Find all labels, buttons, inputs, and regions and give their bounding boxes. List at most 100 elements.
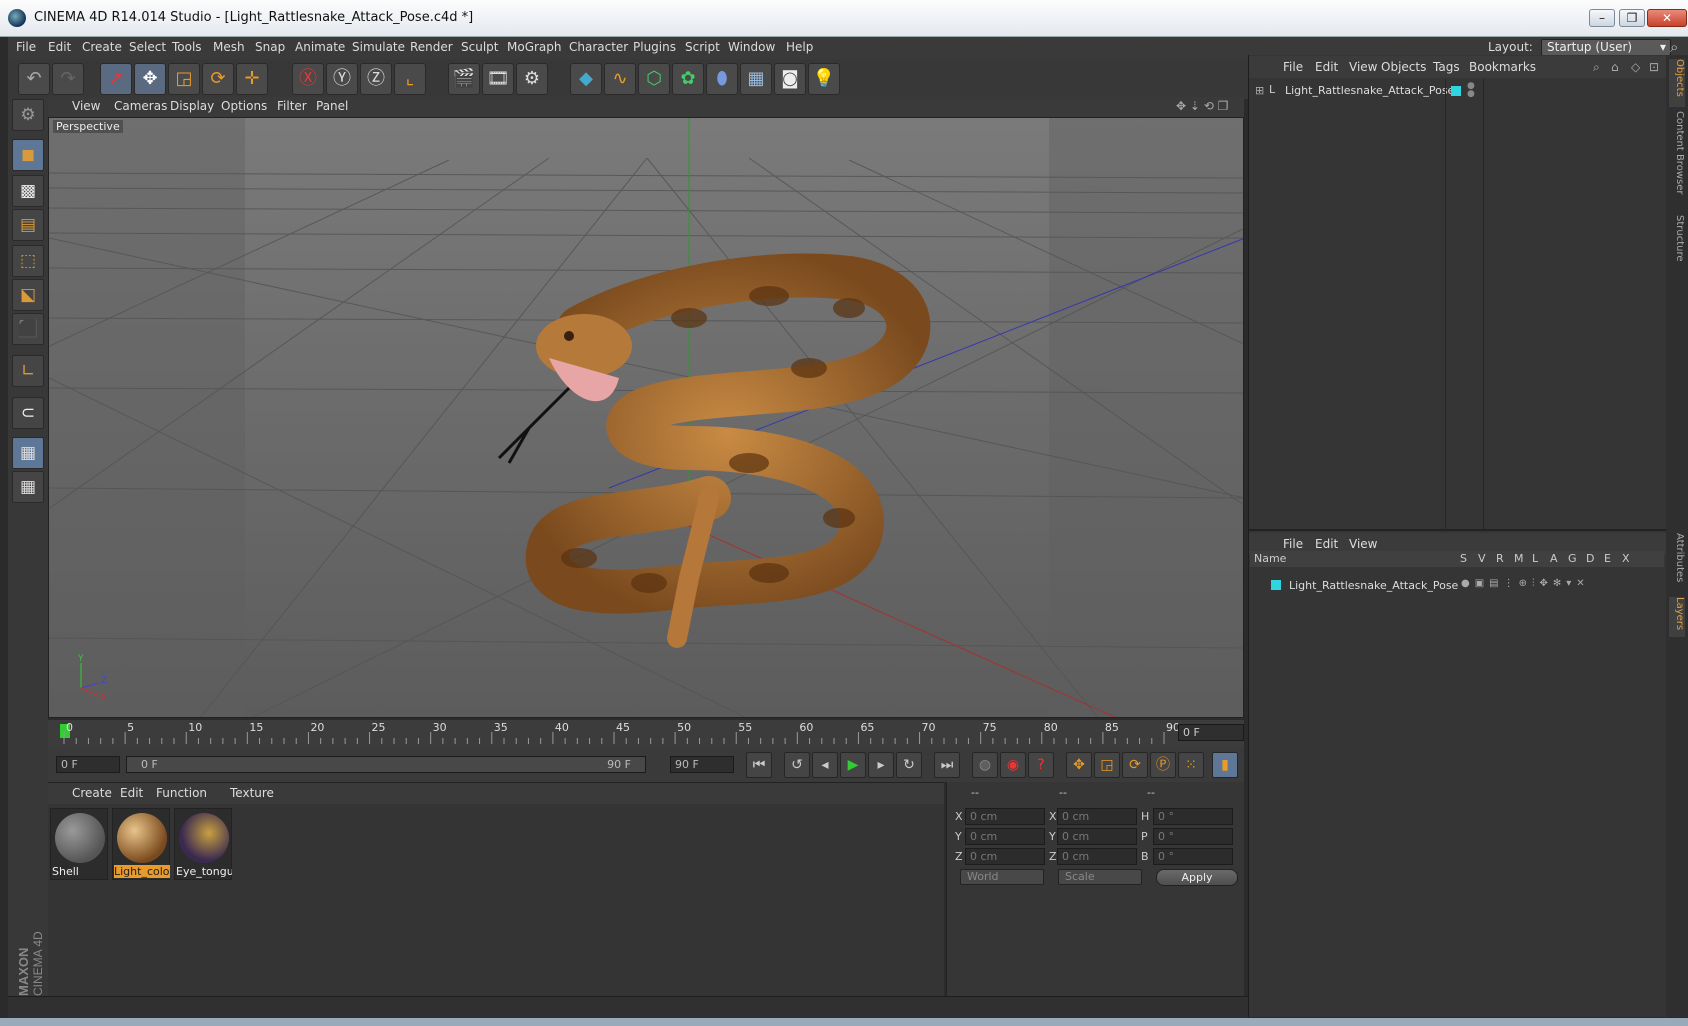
play-icon[interactable]: ▶: [840, 752, 866, 778]
live-select-icon[interactable]: ✛: [236, 63, 268, 95]
rotation-h-field[interactable]: 0 °: [1153, 808, 1233, 825]
timeline-ruler[interactable]: 0 5 10 15 20 25 30 35 40 45 50 55 60 65 70 75 80 85 90: [48, 720, 1244, 748]
polygons-mode-icon[interactable]: ⬛: [12, 313, 44, 345]
menu-snap[interactable]: Snap: [255, 40, 285, 54]
undo-icon[interactable]: ↶: [18, 63, 50, 95]
col-s[interactable]: S: [1460, 552, 1467, 565]
workplane-lock-icon[interactable]: ▦: [12, 437, 44, 469]
y-axis-lock-icon[interactable]: Ⓨ: [326, 63, 358, 95]
viewport-menu-panel[interactable]: Panel: [316, 99, 348, 113]
spline-icon[interactable]: ∿: [604, 63, 636, 95]
menu-script[interactable]: Script: [685, 40, 720, 54]
menu-tools[interactable]: Tools: [172, 40, 202, 54]
perspective-viewport[interactable]: Y Z X Perspective: [48, 117, 1244, 718]
col-l[interactable]: L: [1532, 552, 1538, 565]
object-tree-row[interactable]: ⊞ L Light_Rattlesnake_Attack_Pose ● ●: [1249, 82, 1667, 100]
viewport-nav-icon[interactable]: ✥ ⇣ ⟲ ❐: [1176, 99, 1228, 113]
collapse-icon[interactable]: ◇: [1631, 60, 1640, 74]
apply-button[interactable]: Apply: [1156, 869, 1238, 886]
home-icon[interactable]: ⌂: [1611, 60, 1619, 74]
menu-help[interactable]: Help: [786, 40, 813, 54]
key-position-icon[interactable]: ✥: [1066, 752, 1092, 778]
texture-mode-icon[interactable]: ▩: [12, 175, 44, 207]
new-window-icon[interactable]: ⊡: [1649, 60, 1659, 74]
material-menu-function[interactable]: Function: [156, 786, 207, 800]
menu-edit[interactable]: Edit: [48, 40, 71, 54]
menu-mesh[interactable]: Mesh: [213, 40, 245, 54]
deformer-icon[interactable]: ⬮: [706, 63, 738, 95]
floor-icon[interactable]: ▦: [740, 63, 772, 95]
size-y-field[interactable]: 0 cm: [1057, 828, 1137, 845]
material-swatch[interactable]: Shell: [50, 808, 108, 880]
go-to-next-key-icon[interactable]: ↻: [896, 752, 922, 778]
axis-mode-icon[interactable]: ∟: [12, 355, 44, 387]
rotation-p-field[interactable]: 0 °: [1153, 828, 1233, 845]
menu-create[interactable]: Create: [82, 40, 122, 54]
menu-animate[interactable]: Animate: [295, 40, 345, 54]
workplane-snap-icon[interactable]: ▦: [12, 471, 44, 503]
menu-simulate[interactable]: Simulate: [352, 40, 405, 54]
array-icon[interactable]: ✿: [672, 63, 704, 95]
key-rotation-icon[interactable]: ⟳: [1122, 752, 1148, 778]
move-tool-icon[interactable]: ✥: [134, 63, 166, 95]
key-parameter-icon[interactable]: Ⓟ: [1150, 752, 1176, 778]
x-axis-lock-icon[interactable]: Ⓧ: [292, 63, 324, 95]
menu-mograph[interactable]: MoGraph: [507, 40, 562, 54]
col-x[interactable]: X: [1622, 552, 1630, 565]
col-g[interactable]: G: [1568, 552, 1577, 565]
record-icon[interactable]: ◉: [1000, 752, 1026, 778]
end-frame-field[interactable]: 90 F: [670, 756, 734, 773]
col-name[interactable]: Name: [1254, 552, 1286, 565]
nurbs-icon[interactable]: ⬡: [638, 63, 670, 95]
viewport-menu-filter[interactable]: Filter: [277, 99, 307, 113]
viewport-menu-view[interactable]: View: [72, 99, 100, 113]
material-swatch[interactable]: Eye_tongu: [174, 808, 232, 880]
objects-menu-objects[interactable]: Objects: [1381, 60, 1426, 74]
material-menu-edit[interactable]: Edit: [120, 786, 143, 800]
viewport-menu-cameras[interactable]: Cameras: [114, 99, 167, 113]
objects-menu-edit[interactable]: Edit: [1315, 60, 1338, 74]
menu-character[interactable]: Character: [569, 40, 628, 54]
tab-layers[interactable]: Layers: [1669, 597, 1685, 637]
size-x-field[interactable]: 0 cm: [1057, 808, 1137, 825]
layers-menu-file[interactable]: File: [1283, 537, 1303, 551]
autokey-help-icon[interactable]: ?: [1028, 752, 1054, 778]
viewport-menu-display[interactable]: Display: [170, 99, 214, 113]
edges-mode-icon[interactable]: ⬕: [12, 279, 44, 311]
material-menu-create[interactable]: Create: [72, 786, 112, 800]
layers-menu-view[interactable]: View: [1349, 537, 1377, 551]
go-to-end-icon[interactable]: ⏭: [934, 752, 960, 778]
scale-tool-icon[interactable]: ◲: [168, 63, 200, 95]
close-button[interactable]: ✕: [1647, 9, 1687, 27]
workplane-mode-icon[interactable]: ▤: [12, 209, 44, 241]
frame-range-slider[interactable]: 0 F 90 F: [126, 756, 646, 773]
position-y-field[interactable]: 0 cm: [965, 828, 1045, 845]
tab-content-browser[interactable]: Content Browser: [1669, 111, 1685, 211]
record-disabled-icon[interactable]: ◍: [972, 752, 998, 778]
transform-mode-select[interactable]: Scale: [1058, 869, 1142, 885]
menu-file[interactable]: File: [16, 40, 36, 54]
col-v[interactable]: V: [1478, 552, 1486, 565]
expand-icon[interactable]: ⊞: [1255, 84, 1264, 97]
tab-structure[interactable]: Structure: [1669, 215, 1685, 275]
col-a[interactable]: A: [1550, 552, 1558, 565]
step-back-icon[interactable]: ◂: [812, 752, 838, 778]
col-e[interactable]: E: [1604, 552, 1611, 565]
col-m[interactable]: M: [1514, 552, 1524, 565]
key-scale-icon[interactable]: ◲: [1094, 752, 1120, 778]
objects-menu-tags[interactable]: Tags: [1433, 60, 1460, 74]
camera-icon[interactable]: ◙: [774, 63, 806, 95]
position-z-field[interactable]: 0 cm: [965, 848, 1045, 865]
layer-flag-icons[interactable]: ●▣▤⋮⊕⫶✥✻▾✕: [1461, 578, 1590, 589]
z-axis-lock-icon[interactable]: Ⓩ: [360, 63, 392, 95]
go-to-start-icon[interactable]: ⏮: [746, 752, 772, 778]
redo-icon[interactable]: ↷: [52, 63, 84, 95]
render-picture-viewer-icon[interactable]: 🎞: [482, 63, 514, 95]
minimize-button[interactable]: –: [1589, 9, 1615, 27]
select-tool-icon[interactable]: ➚: [100, 63, 132, 95]
menu-render[interactable]: Render: [410, 40, 453, 54]
layer-color-swatch[interactable]: [1271, 580, 1281, 590]
cube-object-icon[interactable]: ◆: [570, 63, 602, 95]
search-icon[interactable]: ⌕: [1670, 38, 1678, 56]
objects-menu-view[interactable]: View: [1349, 60, 1377, 74]
